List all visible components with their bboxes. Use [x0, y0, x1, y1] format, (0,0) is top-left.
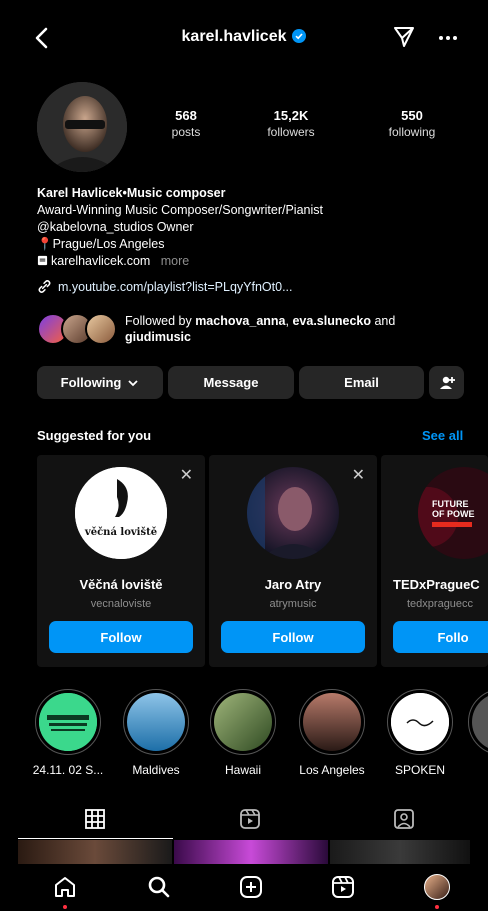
profile-display-name: Karel Havlicek•Music composer: [37, 186, 226, 200]
search-icon[interactable]: [146, 874, 172, 900]
story-highlight-partial[interactable]: [468, 689, 488, 755]
profile-avatar[interactable]: [37, 82, 127, 172]
highlight-ring: [123, 689, 189, 755]
suggested-name: Věčná loviště: [79, 577, 163, 592]
following-value: 550: [401, 108, 423, 123]
suggest-people-button[interactable]: [429, 366, 464, 399]
highlight-cover: [391, 693, 449, 751]
active-tab-indicator: [18, 838, 173, 839]
email-button[interactable]: Email: [299, 366, 424, 399]
profile-avatar[interactable]: [424, 874, 450, 900]
bio-location-line: 📍Prague/Los Angeles: [37, 237, 165, 251]
direct-message-icon[interactable]: [392, 25, 416, 49]
post-thumbnail[interactable]: [174, 840, 328, 864]
highlight-cover: [39, 693, 97, 751]
story-highlight[interactable]: Los Angeles: [293, 689, 371, 777]
following-count[interactable]: 550 following: [362, 108, 462, 139]
posts-value: 568: [175, 108, 197, 123]
suggested-avatar[interactable]: FUTURE OF POWE: [418, 467, 488, 559]
bio-more-button[interactable]: more: [161, 254, 189, 268]
grid-icon[interactable]: [83, 807, 107, 831]
story-highlight[interactable]: 24.11. 02 S...: [29, 689, 107, 777]
following-button[interactable]: Following: [37, 366, 163, 399]
suggested-avatar[interactable]: věčná loviště: [75, 467, 167, 559]
followers-value: 15,2K: [273, 108, 309, 123]
suggested-username: vecnaloviste: [90, 598, 152, 610]
website-icon: [37, 255, 48, 266]
highlight-label: Los Angeles: [299, 763, 365, 777]
reels-icon[interactable]: [238, 807, 262, 831]
suggested-name: Jaro Atry: [264, 577, 322, 592]
posts-count[interactable]: 568 posts: [136, 108, 236, 139]
highlight-cover: [127, 693, 185, 751]
followers-label: followers: [267, 125, 315, 139]
dismiss-icon[interactable]: ✕: [352, 465, 365, 485]
reels-icon[interactable]: [330, 874, 356, 900]
svg-text:FUTURE: FUTURE: [432, 499, 469, 509]
story-highlight[interactable]: Hawaii: [204, 689, 282, 777]
new-post-icon[interactable]: [238, 874, 264, 900]
notification-dot: [63, 905, 67, 909]
suggested-card[interactable]: FUTURE OF POWE TEDxPragueC tedxpraguecc …: [381, 455, 488, 667]
followers-count[interactable]: 15,2K followers: [241, 108, 341, 139]
chevron-down-icon: [128, 379, 138, 386]
followed-by-text: Followed by machova_anna, eva.slunecko a…: [125, 314, 396, 344]
follow-button[interactable]: Follow: [49, 621, 193, 653]
highlight-ring: [299, 689, 365, 755]
profile-link[interactable]: m.youtube.com/playlist?list=PLqyYfnOt0..…: [37, 279, 293, 294]
tagged-icon[interactable]: [392, 807, 416, 831]
bio-line: Award-Winning Music Composer/Songwriter/…: [37, 203, 323, 217]
see-all-link[interactable]: See all: [422, 428, 463, 443]
highlight-ring: [35, 689, 101, 755]
suggested-name: TEDxPragueC: [393, 577, 480, 592]
svg-text:věčná loviště: věčná loviště: [84, 527, 157, 538]
verified-badge-icon: [292, 29, 307, 43]
website-text[interactable]: karelhavlicek.com: [51, 254, 150, 268]
highlight-label: 24.11. 02 S...: [32, 763, 104, 777]
suggested-card[interactable]: ✕ věčná loviště Věčná loviště vecnalovis…: [37, 455, 205, 667]
highlight-cover: [303, 693, 361, 751]
more-icon[interactable]: [436, 26, 460, 50]
following-label: following: [388, 125, 436, 139]
highlight-cover: [472, 693, 488, 751]
add-person-icon: [439, 376, 455, 389]
follower-avatar: [85, 313, 117, 345]
suggested-username: tedxpraguecc: [407, 598, 474, 610]
highlight-ring: [387, 689, 453, 755]
posts-label: posts: [171, 125, 201, 139]
post-thumbnail[interactable]: [330, 840, 470, 864]
profile-bio: Karel Havlicek•Music composer Award-Winn…: [37, 185, 323, 270]
svg-text:OF POWE: OF POWE: [432, 509, 475, 519]
home-icon[interactable]: [52, 874, 78, 900]
highlight-label: SPOKEN: [394, 763, 445, 777]
follow-button[interactable]: Follo: [393, 621, 488, 653]
post-thumbnail[interactable]: [18, 840, 172, 864]
dismiss-icon[interactable]: ✕: [180, 465, 193, 485]
story-highlight[interactable]: Maldives: [117, 689, 195, 777]
followed-by[interactable]: Followed by machova_anna, eva.slunecko a…: [37, 313, 425, 345]
story-highlight[interactable]: SPOKEN: [381, 689, 459, 777]
bio-website-line: karelhavlicek.com more: [37, 253, 323, 270]
suggested-username: atrymusic: [269, 598, 317, 610]
suggested-title: Suggested for you: [37, 428, 152, 443]
notification-dot: [435, 905, 439, 909]
highlight-ring: [468, 689, 488, 755]
profile-link-text[interactable]: m.youtube.com/playlist?list=PLqyYfnOt0..…: [58, 280, 293, 294]
bio-mention-line[interactable]: @kabelovna_studios Owner: [37, 219, 323, 236]
highlight-label: Maldives: [132, 763, 180, 777]
bottom-nav: [0, 864, 488, 911]
highlight-cover: [214, 693, 272, 751]
message-button[interactable]: Message: [168, 366, 294, 399]
highlight-label: Hawaii: [224, 763, 261, 777]
follow-button[interactable]: Follow: [221, 621, 365, 653]
suggested-avatar[interactable]: [247, 467, 339, 559]
top-bar: karel.havlicek: [0, 0, 488, 76]
highlight-ring: [210, 689, 276, 755]
suggested-card[interactable]: ✕ Jaro Atry atrymusic Follow: [209, 455, 377, 667]
link-icon: [38, 280, 51, 293]
